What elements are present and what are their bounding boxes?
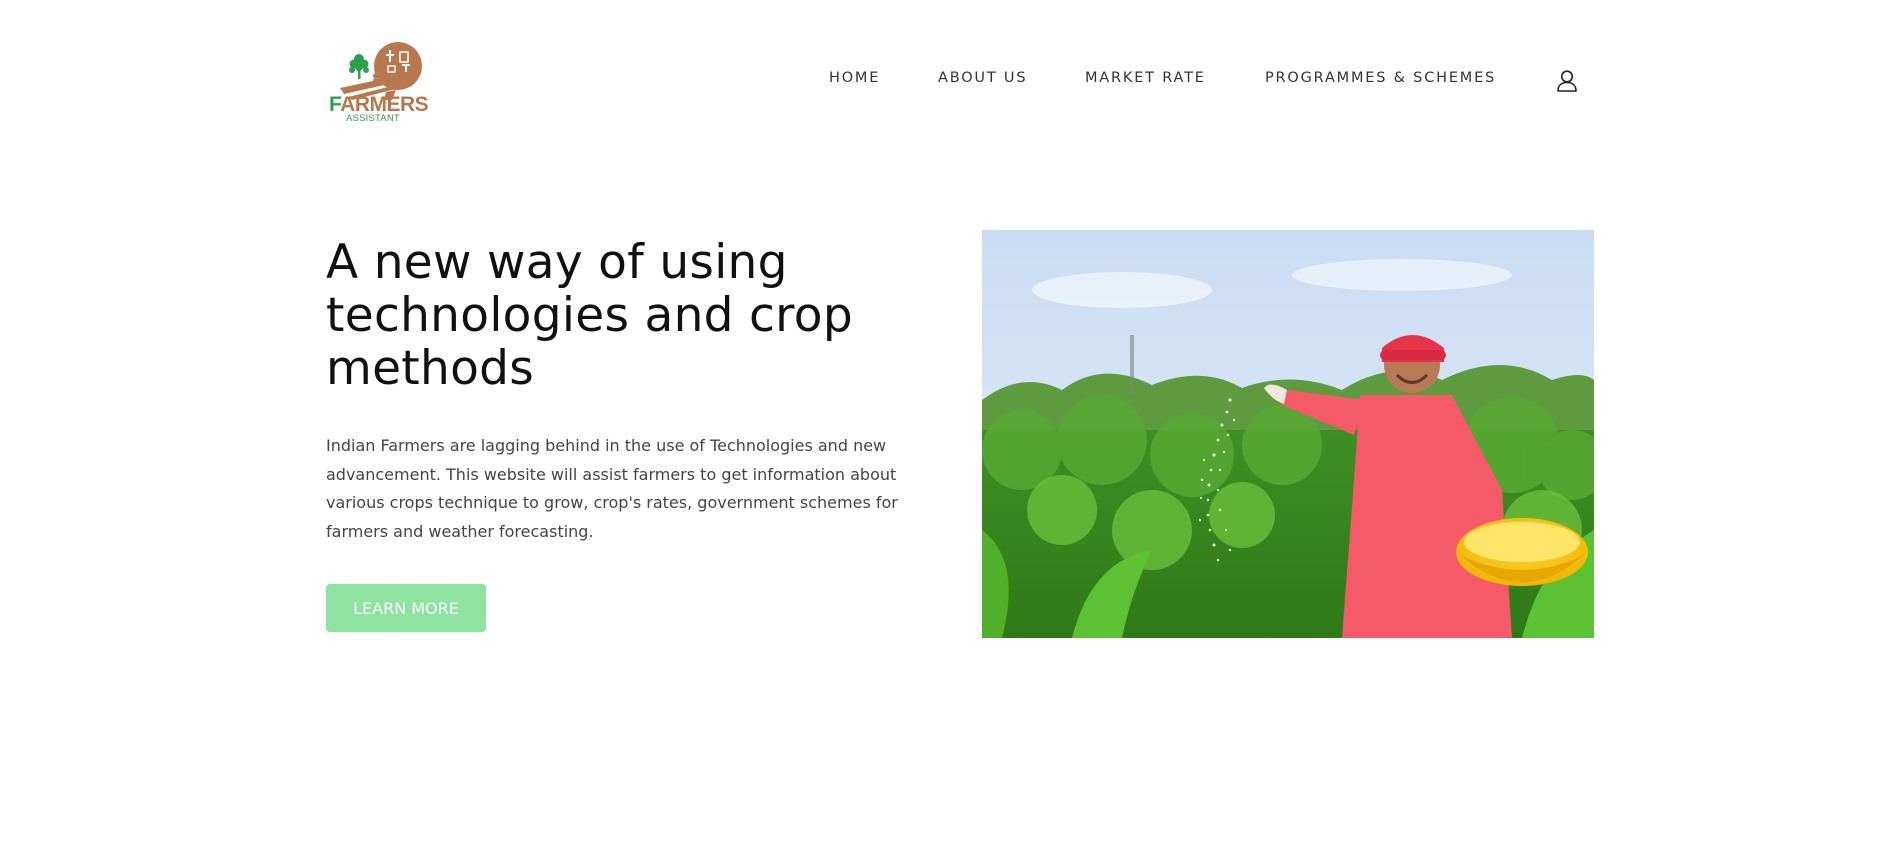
user-icon[interactable] [1554,68,1580,94]
nav-home[interactable]: HOME [829,70,880,86]
brand-name: FARMERS [329,93,429,116]
hero-image [982,230,1594,638]
brand-name-first: F [329,93,341,116]
brand-logo[interactable]: FARMERS ASSISTANT [326,42,429,126]
brand-sub: ASSISTANT [346,113,400,124]
hero-title: A new way of using technologies and crop… [326,235,853,396]
nav-about-us[interactable]: ABOUT US [938,70,1027,86]
nav-programmes-schemes[interactable]: PROGRAMMES & SCHEMES [1265,70,1496,86]
nav-market-rate[interactable]: MARKET RATE [1085,70,1206,86]
learn-more-button[interactable]: LEARN MORE [326,584,486,632]
hero-description: Indian Farmers are lagging behind in the… [326,436,898,542]
farmer-photo [982,230,1594,638]
